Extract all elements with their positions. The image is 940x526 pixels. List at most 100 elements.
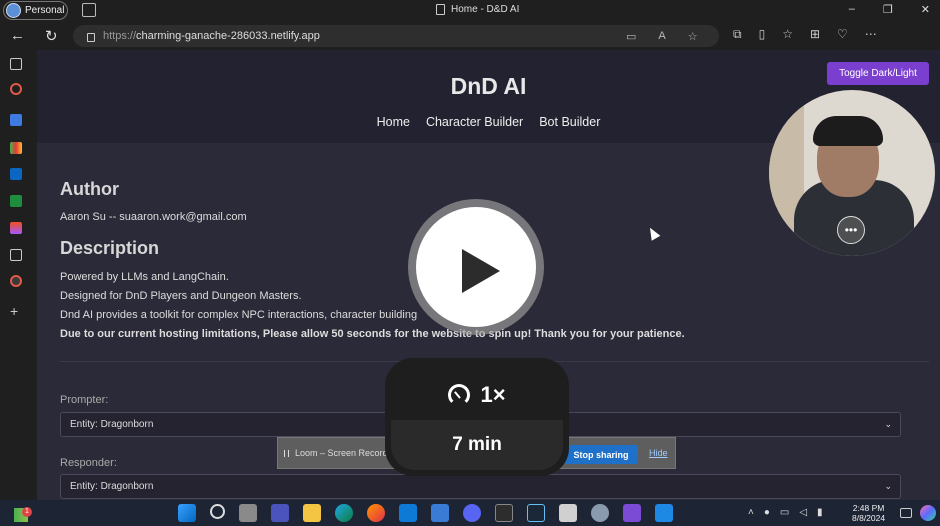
favorites-icon[interactable]: ☆ <box>782 27 793 42</box>
taskbar: ˄ ● ▭ ◁ ▮ 2:48 PM 8/8/2024 <box>0 500 940 526</box>
author-heading: Author <box>60 179 119 199</box>
toggle-theme-button[interactable]: Toggle Dark/Light <box>827 62 929 85</box>
notepad-icon[interactable] <box>431 504 449 522</box>
file-explorer-icon[interactable] <box>303 504 321 522</box>
webcam-person-hair <box>813 116 883 146</box>
taskbar-apps <box>178 504 673 522</box>
description-line-3: Dnd AI provides a toolkit for complex NP… <box>60 309 418 321</box>
close-button[interactable]: ✕ <box>921 3 930 16</box>
notifications-icon[interactable] <box>900 508 912 518</box>
tab-actions-icon[interactable] <box>82 3 96 17</box>
chevron-down-icon: ⌄ <box>884 419 892 429</box>
clock-date: 8/8/2024 <box>852 513 886 523</box>
description-line-2: Designed for DnD Players and Dungeon Mas… <box>60 290 302 302</box>
back-icon[interactable]: ← <box>10 27 25 45</box>
webcam-bubble[interactable]: ••• <box>769 90 935 256</box>
clock[interactable]: 2:48 PM 8/8/2024 <box>852 503 885 523</box>
extensions-icon[interactable]: ⧉ <box>733 27 742 42</box>
nav-bot-builder[interactable]: Bot Builder <box>539 115 600 129</box>
media-icon[interactable] <box>623 504 641 522</box>
minimize-button[interactable]: – <box>849 3 855 16</box>
url-icons: ▭ A ☆ <box>626 30 698 43</box>
notification-badge: 1 <box>22 507 32 517</box>
tab-sidebar: + <box>0 50 37 500</box>
camera-icon[interactable]: ▭ <box>626 30 636 43</box>
stop-sharing-button[interactable]: Stop sharing <box>564 445 638 464</box>
collections-icon[interactable]: ⊞ <box>810 27 820 42</box>
duration-label: 7 min <box>391 420 563 470</box>
settings-icon[interactable] <box>591 504 609 522</box>
description-heading: Description <box>60 238 160 258</box>
address-toolbar: ← ↻ https://charming-ganache-286033.netl… <box>0 22 940 50</box>
nav-buttons: ← ↻ <box>10 27 58 45</box>
tab-active[interactable]: Home - D&D AI <box>436 4 519 15</box>
task-view-icon[interactable] <box>239 504 257 522</box>
sheets-tab-icon[interactable] <box>10 195 22 207</box>
play-button[interactable] <box>408 199 544 335</box>
new-tab-icon[interactable]: + <box>10 304 22 318</box>
speed-control[interactable]: 1× <box>385 370 569 420</box>
discord-icon[interactable] <box>463 504 481 522</box>
loom-bar-text: Loom – Screen Recorde <box>295 448 393 458</box>
nav-home[interactable]: Home <box>377 115 410 129</box>
performance-icon[interactable]: ♡ <box>837 27 848 42</box>
steam-icon[interactable] <box>527 504 545 522</box>
speaker-icon[interactable]: ◁ <box>799 507 807 518</box>
browser-titlebar: Personal Home - D&D AI – ❐ ✕ <box>0 0 940 22</box>
avatar <box>6 3 21 18</box>
tab-title: Home - D&D AI <box>451 4 520 15</box>
terminal-icon[interactable] <box>495 504 513 522</box>
split-screen-icon[interactable]: ▯ <box>759 27 766 42</box>
system-tray: ˄ ● ▭ ◁ ▮ <box>748 507 823 518</box>
file-tab-icon[interactable] <box>10 249 22 261</box>
restore-button[interactable]: ❐ <box>883 3 893 16</box>
chevron-up-icon[interactable]: ˄ <box>748 507 754 518</box>
vscode-icon[interactable] <box>399 504 417 522</box>
active-tab-icon[interactable] <box>10 275 22 287</box>
prompter-label: Prompter: <box>60 394 109 406</box>
app-icon[interactable] <box>655 504 673 522</box>
author-text: Aaron Su -- suaaron.work@gmail.com <box>60 211 247 223</box>
read-aloud-icon[interactable]: A <box>658 30 665 43</box>
figma-tab-icon[interactable] <box>10 222 22 234</box>
more-options-icon[interactable]: ••• <box>837 216 865 244</box>
description-line-1: Powered by LLMs and LangChain. <box>60 271 229 283</box>
chevron-down-icon: ⌄ <box>884 481 892 491</box>
refresh-icon[interactable]: ↻ <box>45 27 58 45</box>
linkedin-tab-icon[interactable] <box>10 168 22 180</box>
responder-label: Responder: <box>60 457 117 469</box>
prompter-value: Entity: Dragonborn <box>70 419 154 430</box>
page-icon <box>436 4 445 15</box>
search-icon[interactable] <box>210 504 225 519</box>
browser-tools: ⧉ ▯ ☆ ⊞ ♡ ⋯ <box>733 27 877 42</box>
display-icon[interactable]: ▭ <box>780 507 789 518</box>
window-controls: – ❐ ✕ <box>849 3 930 16</box>
docs-tab-icon[interactable] <box>10 114 22 126</box>
lock-icon <box>87 32 95 42</box>
drag-handle-icon[interactable] <box>284 449 289 457</box>
clock-time: 2:48 PM <box>852 503 885 513</box>
nav-character-builder[interactable]: Character Builder <box>426 115 523 129</box>
url-input[interactable]: https://charming-ganache-286033.netlify.… <box>73 25 719 47</box>
hide-link[interactable]: Hide <box>649 448 668 458</box>
loom-tab-icon[interactable] <box>10 83 22 95</box>
copilot-icon[interactable] <box>920 505 936 521</box>
tab-panel-icon[interactable] <box>10 58 22 70</box>
speed-gauge-icon <box>448 384 471 406</box>
favorite-star-icon[interactable]: ☆ <box>688 30 698 43</box>
teams-icon[interactable] <box>271 504 289 522</box>
profile-button[interactable]: Personal <box>3 1 68 20</box>
profile-label: Personal <box>25 5 65 16</box>
mic-icon[interactable]: ● <box>764 507 770 518</box>
edge-icon[interactable] <box>335 504 353 522</box>
site-title: DnD AI <box>450 73 527 99</box>
responder-select[interactable]: Entity: Dragonborn ⌄ <box>60 474 901 499</box>
battery-icon[interactable]: ▮ <box>817 507 823 518</box>
photos-icon[interactable] <box>559 504 577 522</box>
firefox-icon[interactable] <box>367 504 385 522</box>
photos-tab-icon[interactable] <box>10 142 22 154</box>
url-text: https://charming-ganache-286033.netlify.… <box>103 30 320 42</box>
windows-start-icon[interactable] <box>178 504 196 522</box>
more-icon[interactable]: ⋯ <box>865 27 877 42</box>
playback-card: 1× 7 min <box>385 358 569 476</box>
